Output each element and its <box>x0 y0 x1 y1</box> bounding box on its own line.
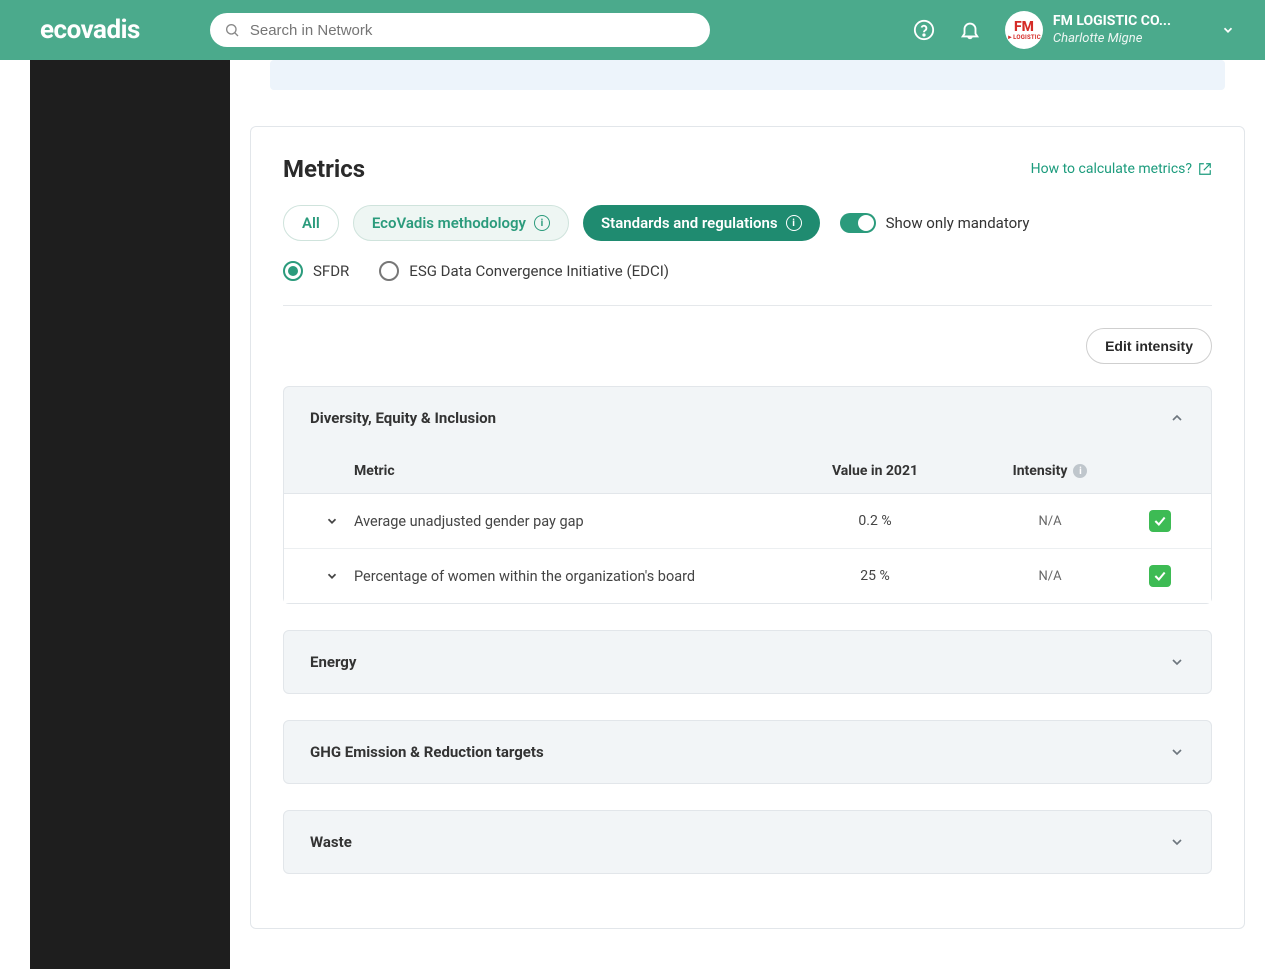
table-header: Metric Value in 2021 Intensityi <box>284 449 1211 493</box>
metric-value: 25 % <box>785 568 965 584</box>
filter-std-label: Standards and regulations <box>601 214 778 232</box>
accordion-energy: Energy <box>283 630 1212 694</box>
chevron-down-icon <box>1169 744 1185 760</box>
status-check-icon[interactable] <box>1149 510 1171 532</box>
external-link-icon <box>1198 162 1212 176</box>
search-icon <box>224 22 240 38</box>
filter-all-label: All <box>302 214 320 232</box>
notifications-icon[interactable] <box>959 19 981 41</box>
accordion-title: Energy <box>310 653 356 671</box>
info-banner <box>270 60 1225 90</box>
help-link-text: How to calculate metrics? <box>1031 161 1192 177</box>
chevron-down-icon <box>1169 654 1185 670</box>
accordion-header-ghg[interactable]: GHG Emission & Reduction targets <box>284 721 1211 783</box>
col-value-label: Value in 2021 <box>785 463 965 479</box>
metric-name: Average unadjusted gender pay gap <box>354 513 785 530</box>
radio-sfdr-label: SFDR <box>313 262 349 280</box>
brand-text: ecovadis <box>40 15 140 45</box>
avatar: FM ►LOGISTIC <box>1005 11 1043 49</box>
metric-intensity: N/A <box>965 569 1135 584</box>
section-title: Metrics <box>283 155 365 183</box>
avatar-initials: FM <box>1007 20 1041 34</box>
avatar-subtext: ►LOGISTIC <box>1007 34 1041 41</box>
accordion-title: Waste <box>310 833 352 851</box>
user-menu[interactable]: FM ►LOGISTIC FM LOGISTIC CO... Charlotte… <box>1005 11 1235 49</box>
metric-intensity: N/A <box>965 514 1135 529</box>
expand-row-icon[interactable] <box>310 569 354 583</box>
accordion-title: GHG Emission & Reduction targets <box>310 743 544 761</box>
accordion-header-waste[interactable]: Waste <box>284 811 1211 873</box>
expand-row-icon[interactable] <box>310 514 354 528</box>
status-check-icon[interactable] <box>1149 565 1171 587</box>
mandatory-toggle[interactable] <box>840 213 876 233</box>
col-metric-label: Metric <box>354 463 785 479</box>
accordion-header-diversity[interactable]: Diversity, Equity & Inclusion <box>284 387 1211 449</box>
chevron-down-icon <box>1169 834 1185 850</box>
info-icon: i <box>1073 464 1087 478</box>
help-icon[interactable] <box>913 19 935 41</box>
accordion-waste: Waste <box>283 810 1212 874</box>
radio-edci[interactable]: ESG Data Convergence Initiative (EDCI) <box>379 261 669 281</box>
metric-name: Percentage of women within the organizat… <box>354 568 785 585</box>
chevron-up-icon <box>1169 410 1185 426</box>
filter-all[interactable]: All <box>283 205 339 241</box>
info-icon: i <box>786 215 802 231</box>
accordion-ghg: GHG Emission & Reduction targets <box>283 720 1212 784</box>
metric-value: 0.2 % <box>785 513 965 529</box>
filter-ecovadis-methodology[interactable]: EcoVadis methodology i <box>353 205 569 241</box>
table-body: Average unadjusted gender pay gap 0.2 % … <box>284 493 1211 603</box>
metrics-card: Metrics How to calculate metrics? All Ec… <box>250 126 1245 929</box>
chevron-down-icon <box>1221 23 1235 37</box>
table-row: Percentage of women within the organizat… <box>284 549 1211 603</box>
accordion-title: Diversity, Equity & Inclusion <box>310 409 496 427</box>
help-link[interactable]: How to calculate metrics? <box>1031 161 1212 177</box>
radio-sfdr[interactable]: SFDR <box>283 261 349 281</box>
accordion-header-energy[interactable]: Energy <box>284 631 1211 693</box>
filter-eco-label: EcoVadis methodology <box>372 214 526 232</box>
user-name: Charlotte Migne <box>1053 31 1171 48</box>
topbar: ecovadis <box>0 0 1265 60</box>
brand-logo: ecovadis <box>40 15 140 45</box>
search-input[interactable] <box>210 13 710 47</box>
info-icon: i <box>534 215 550 231</box>
table-row: Average unadjusted gender pay gap 0.2 % … <box>284 494 1211 549</box>
edit-intensity-button[interactable]: Edit intensity <box>1086 328 1212 364</box>
radio-edci-label: ESG Data Convergence Initiative (EDCI) <box>409 262 669 280</box>
sidebar <box>30 60 230 969</box>
mandatory-toggle-label: Show only mandatory <box>886 214 1030 232</box>
filter-standards-regulations[interactable]: Standards and regulations i <box>583 205 820 241</box>
accordion-diversity: Diversity, Equity & Inclusion Metric Val… <box>283 386 1212 604</box>
company-name: FM LOGISTIC CO... <box>1053 12 1171 30</box>
col-intensity-label: Intensityi <box>965 463 1135 479</box>
